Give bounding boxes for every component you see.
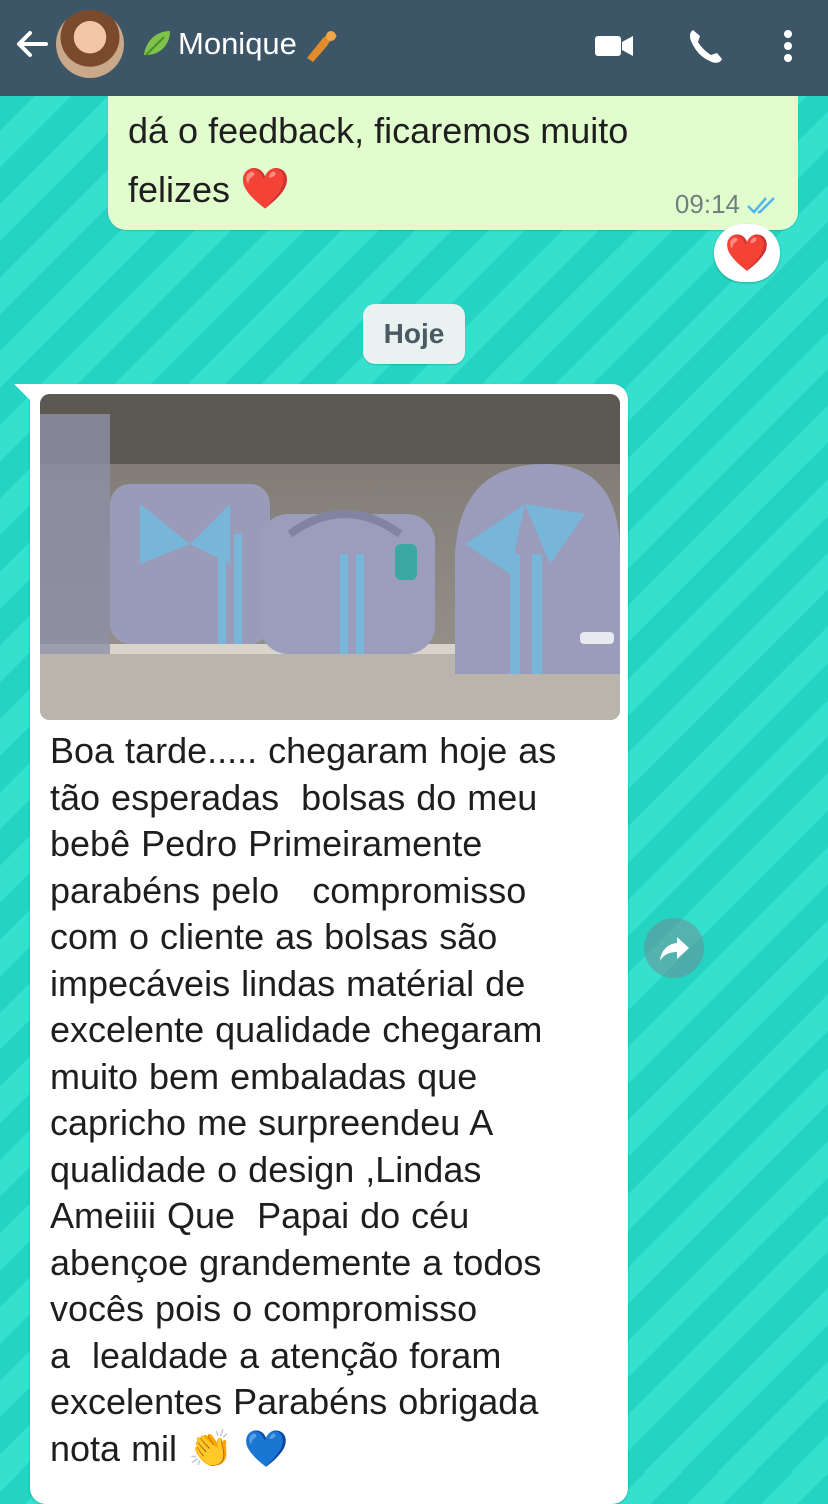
message-time: 09:14 <box>674 189 740 219</box>
incoming-message-text: Boa tarde..... chegaram hoje as tão espe… <box>50 730 557 1469</box>
bags-photo-image <box>40 394 620 720</box>
back-arrow-icon[interactable] <box>12 24 52 64</box>
avatar[interactable] <box>56 10 124 78</box>
date-separator: Hoje <box>363 304 465 364</box>
message-reaction[interactable]: ❤️ <box>714 224 780 282</box>
read-ticks-icon <box>747 197 775 214</box>
leaf-icon <box>144 31 170 56</box>
forward-button[interactable] <box>644 918 704 978</box>
message-text: dá o feedback, ficaremos muito felizes <box>128 110 629 210</box>
pointing-hand-icon <box>306 31 337 62</box>
heart-reaction-icon: ❤️ <box>724 232 770 273</box>
outgoing-message[interactable]: dá o feedback, ficaremos muito felizes ❤… <box>108 80 798 230</box>
bubble-tail <box>14 384 30 400</box>
contact-name: Monique <box>178 26 297 61</box>
forward-icon <box>660 937 689 961</box>
outgoing-message-text: dá o feedback, ficaremos muito felizes ❤… <box>128 102 728 219</box>
heart-emoji-icon: ❤️ <box>240 167 290 211</box>
chat-header: Monique <box>0 0 828 96</box>
more-vert-icon[interactable] <box>766 24 810 68</box>
phone-icon[interactable] <box>684 24 728 68</box>
contact-title[interactable]: Monique <box>140 22 341 66</box>
message-photo[interactable] <box>40 394 620 720</box>
video-call-icon[interactable] <box>592 24 636 68</box>
